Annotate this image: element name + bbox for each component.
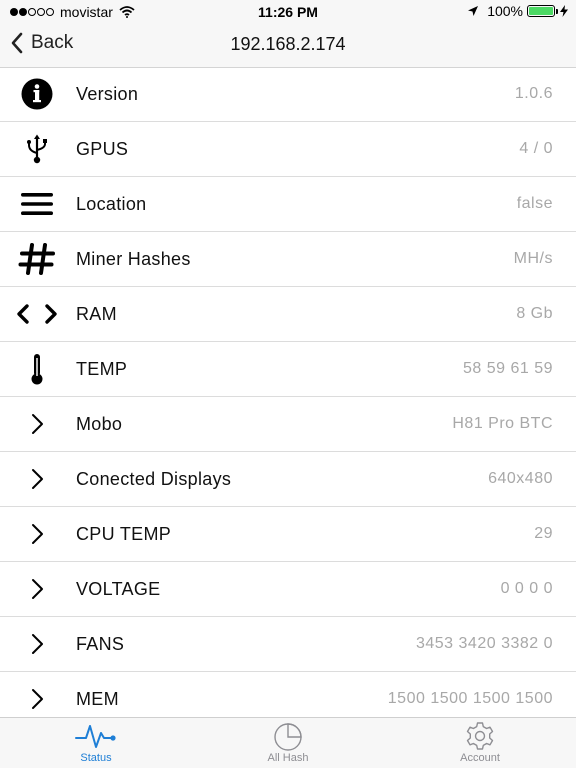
row-label: VOLTAGE xyxy=(76,579,161,599)
list-item-version[interactable]: Version 1.0.6 xyxy=(0,67,576,122)
usb-icon xyxy=(16,133,58,165)
chevron-right-icon xyxy=(16,463,58,495)
code-icon xyxy=(16,298,58,330)
list-item-fans[interactable]: FANS 3453 3420 3382 0 xyxy=(0,617,576,672)
chevron-right-icon xyxy=(16,518,58,550)
chevron-right-icon xyxy=(16,573,58,605)
row-value: 1.0.6 xyxy=(514,85,553,102)
list-item-location[interactable]: Location false xyxy=(0,177,576,232)
hash-icon xyxy=(16,243,58,275)
location-arrow-icon xyxy=(467,5,479,17)
pie-chart-icon xyxy=(228,720,348,752)
list-item-voltage[interactable]: VOLTAGE 0 0 0 0 xyxy=(0,562,576,617)
tab-all-hash[interactable]: All Hash xyxy=(228,720,348,764)
tab-label: Account xyxy=(460,752,500,764)
row-value: H81 Pro BTC xyxy=(452,415,553,432)
tab-label: Status xyxy=(80,752,112,764)
row-label: MEM xyxy=(76,689,119,709)
row-value: MH/s xyxy=(513,250,553,267)
row-value: 1500 1500 1500 1500 xyxy=(387,690,553,707)
list-item-temp[interactable]: TEMP 58 59 61 59 xyxy=(0,342,576,397)
chevron-right-icon xyxy=(16,683,58,715)
back-button[interactable]: Back xyxy=(10,32,73,54)
row-label: FANS xyxy=(76,634,125,654)
chevron-left-icon xyxy=(10,32,24,54)
battery-percent: 100% xyxy=(487,3,523,19)
chevron-right-icon xyxy=(16,628,58,660)
page-title: 192.168.2.174 xyxy=(230,34,346,54)
thermometer-icon xyxy=(16,353,58,385)
row-value: 8 Gb xyxy=(516,305,553,322)
row-label: Conected Displays xyxy=(76,469,232,489)
row-label: CPU TEMP xyxy=(76,524,172,544)
row-value: 0 0 0 0 xyxy=(500,580,553,597)
info-icon xyxy=(16,78,58,110)
list-item-ram[interactable]: RAM 8 Gb xyxy=(0,287,576,342)
row-label: Location xyxy=(76,194,147,214)
tab-label: All Hash xyxy=(267,752,309,764)
row-value: 4 / 0 xyxy=(519,140,553,157)
row-label: GPUS xyxy=(76,139,129,159)
tab-account[interactable]: Account xyxy=(420,720,540,764)
gear-icon xyxy=(420,720,540,752)
status-bar: movistar 11:26 PM 100% xyxy=(0,0,576,24)
row-label: Version xyxy=(76,84,139,104)
row-label: RAM xyxy=(76,304,117,324)
menu-lines-icon xyxy=(16,188,58,220)
row-label: Mobo xyxy=(76,414,123,434)
list-item-connected-displays[interactable]: Conected Displays 640x480 xyxy=(0,452,576,507)
list-item-mobo[interactable]: Mobo H81 Pro BTC xyxy=(0,397,576,452)
list-item-gpus[interactable]: GPUS 4 / 0 xyxy=(0,122,576,177)
back-label: Back xyxy=(31,32,74,53)
row-value: 29 xyxy=(534,525,553,542)
row-value: 640x480 xyxy=(488,470,553,487)
battery-icon xyxy=(527,5,558,17)
row-label: TEMP xyxy=(76,359,128,379)
list-item-cpu-temp[interactable]: CPU TEMP 29 xyxy=(0,507,576,562)
list-item-miner-hashes[interactable]: Miner Hashes MH/s xyxy=(0,232,576,287)
pulse-icon xyxy=(36,720,156,752)
chevron-right-icon xyxy=(16,408,58,440)
info-list: Version 1.0.6 GPUS 4 / 0 Location false … xyxy=(0,67,576,717)
navigation-bar: Back 192.168.2.174 xyxy=(0,24,576,68)
row-value: 58 59 61 59 xyxy=(462,360,553,377)
list-item-mem[interactable]: MEM 1500 1500 1500 1500 xyxy=(0,672,576,717)
row-value: false xyxy=(516,195,553,212)
row-value: 3453 3420 3382 0 xyxy=(415,635,553,652)
status-right: 100% xyxy=(467,3,568,19)
tab-bar: Status All Hash Account xyxy=(0,717,576,768)
tab-status[interactable]: Status xyxy=(36,720,156,764)
row-label: Miner Hashes xyxy=(76,249,191,269)
charging-bolt-icon xyxy=(560,5,568,17)
